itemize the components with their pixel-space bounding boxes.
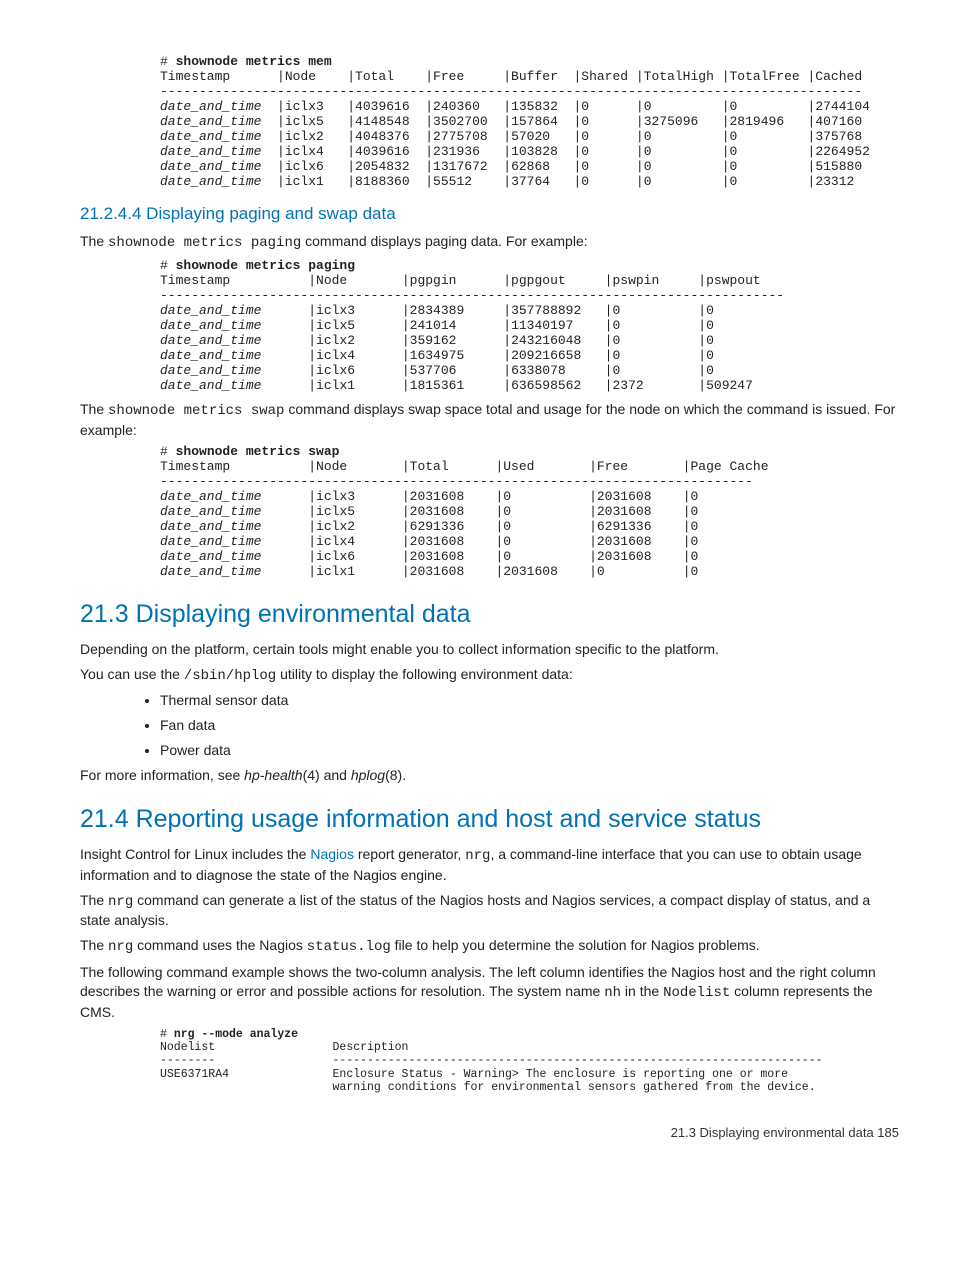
p-213-c: For more information, see hp-health(4) a… [80, 766, 899, 785]
mem-output: # shownode metrics mem Timestamp |Node |… [160, 55, 899, 189]
text: The [80, 233, 108, 249]
nrg-output: # nrg --mode analyze Nodelist Descriptio… [160, 1028, 899, 1094]
list-item: Power data [160, 741, 899, 760]
text: command can generate a list of the statu… [80, 892, 870, 929]
heading-213: 21.3 Displaying environmental data [80, 598, 899, 632]
cmd-text: status.log [307, 939, 391, 955]
cmd-text: nrg [465, 848, 490, 864]
ref-italic: hplog [351, 767, 385, 783]
list-item: Thermal sensor data [160, 691, 899, 710]
text: in the [621, 983, 663, 999]
p-214-c: The nrg command uses the Nagios status.l… [80, 936, 899, 957]
cmd-text: nrg [108, 894, 133, 910]
cmd-text: nrg [108, 939, 133, 955]
paging-intro: The shownode metrics paging command disp… [80, 232, 899, 253]
heading-214: 21.4 Reporting usage information and hos… [80, 803, 899, 837]
text: command uses the Nagios [133, 937, 307, 953]
p-213-b: You can use the /sbin/hplog utility to d… [80, 665, 899, 686]
ref-italic: hp-health [244, 767, 302, 783]
list-item: Fan data [160, 716, 899, 735]
paging-output: # shownode metrics paging Timestamp |Nod… [160, 259, 899, 393]
cmd-text: shownode metrics paging [108, 235, 301, 251]
cmd-text: shownode metrics swap [108, 403, 284, 419]
heading-paging: 21.2.4.4 Displaying paging and swap data [80, 203, 899, 226]
p-214-d: The following command example shows the … [80, 963, 899, 1022]
text: command displays paging data. For exampl… [301, 233, 587, 249]
text: (4) and [303, 767, 351, 783]
text: utility to display the following environ… [276, 666, 573, 682]
p-214-a: Insight Control for Linux includes the N… [80, 845, 899, 885]
text: (8). [385, 767, 406, 783]
cmd-text: nh [604, 985, 621, 1001]
cmd-text: Nodelist [663, 985, 730, 1001]
text: The [80, 892, 108, 908]
text: The [80, 401, 108, 417]
nagios-link[interactable]: Nagios [310, 846, 354, 862]
page-footer: 21.3 Displaying environmental data 185 [80, 1124, 899, 1142]
swap-output: # shownode metrics swap Timestamp |Node … [160, 445, 899, 579]
text: report generator, [354, 846, 465, 862]
env-list: Thermal sensor data Fan data Power data [160, 691, 899, 760]
text: For more information, see [80, 767, 244, 783]
text: file to help you determine the solution … [391, 937, 760, 953]
text: The [80, 937, 108, 953]
text: Insight Control for Linux includes the [80, 846, 310, 862]
p-214-b: The nrg command can generate a list of t… [80, 891, 899, 931]
swap-intro: The shownode metrics swap command displa… [80, 400, 899, 440]
text: You can use the [80, 666, 184, 682]
p-213-a: Depending on the platform, certain tools… [80, 640, 899, 659]
cmd-text: /sbin/hplog [184, 668, 276, 684]
